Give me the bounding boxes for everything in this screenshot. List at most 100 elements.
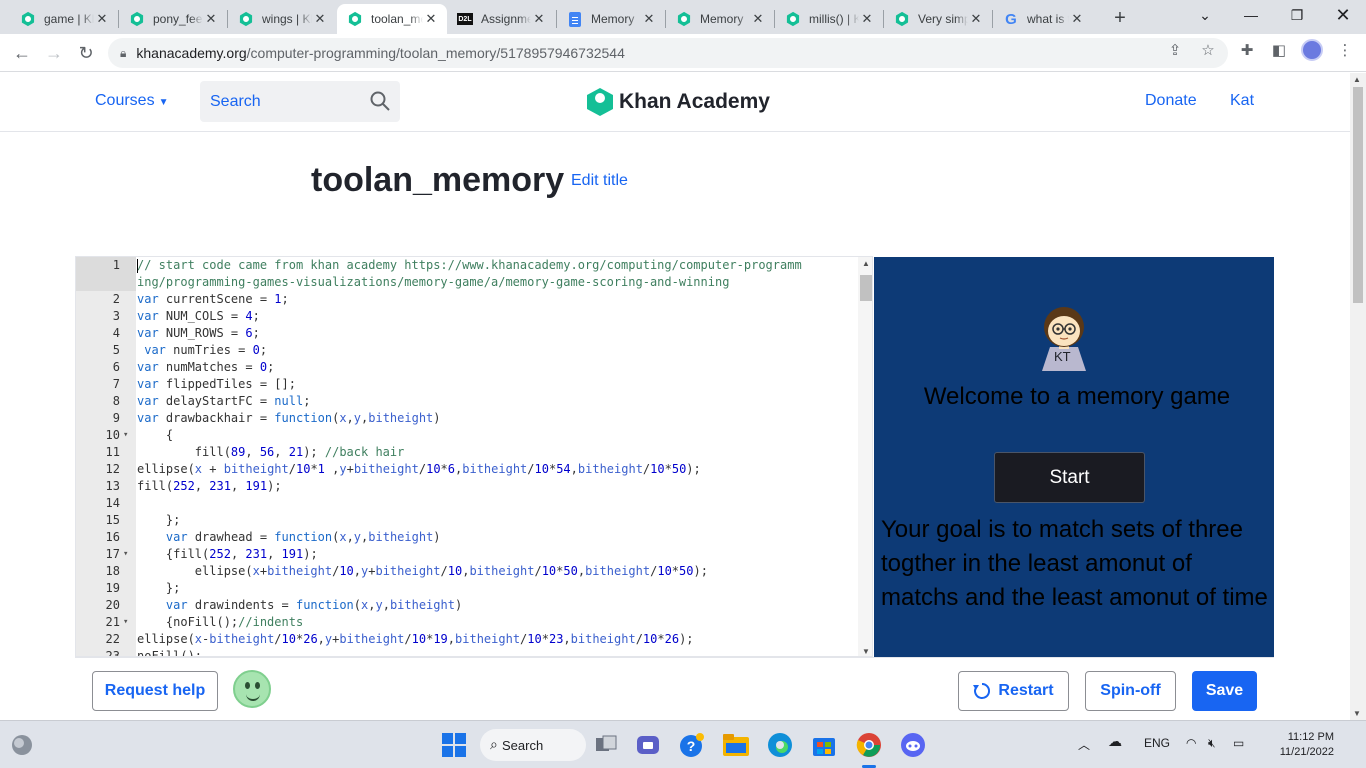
forward-arrow-icon[interactable]: → <box>41 40 67 66</box>
profile-avatar-icon[interactable] <box>1301 39 1323 61</box>
save-button[interactable]: Save <box>1192 671 1257 711</box>
code-line[interactable]: 17 ▾ {fill(252, 231, 191); <box>76 546 861 563</box>
fold-toggle-icon[interactable]: ▾ <box>123 427 128 444</box>
code-line[interactable]: 19 }; <box>76 580 861 597</box>
donate-link[interactable]: Donate <box>1145 92 1197 110</box>
system-clock[interactable]: 11:12 PM 11/21/2022 <box>1264 730 1334 760</box>
close-icon[interactable]: ✕ <box>203 11 219 27</box>
code-line[interactable]: 23 noFill(); <box>76 648 861 656</box>
back-arrow-icon[interactable]: ← <box>9 40 35 66</box>
new-tab-button[interactable]: + <box>1108 6 1132 30</box>
code-line[interactable]: 5 var numTries = 0; <box>76 342 861 359</box>
bookmark-star-icon[interactable]: ☆ <box>1199 41 1217 59</box>
reload-icon[interactable]: ↻ <box>73 40 99 66</box>
browser-tab-active[interactable]: toolan_memory ✕ <box>337 4 447 34</box>
code-text: var NUM_COLS = 4; <box>137 309 260 323</box>
weather-icon[interactable] <box>8 731 36 759</box>
windows-start-icon[interactable] <box>440 731 468 759</box>
close-icon[interactable]: ✕ <box>94 11 110 27</box>
side-panel-icon[interactable]: ◧ <box>1270 41 1288 59</box>
page-scrollbar[interactable]: ▲ ▼ <box>1350 73 1366 720</box>
code-editor[interactable]: 1 // start code came from khan academy ht… <box>75 256 873 657</box>
code-line[interactable]: 9 var drawbackhair = function(x,y,bitheig… <box>76 410 861 427</box>
close-icon[interactable]: ✕ <box>968 11 984 27</box>
input-language[interactable]: ENG <box>1144 736 1170 750</box>
address-bar[interactable]: 🔒︎ khanacademy.org/computer-programming/… <box>108 38 1228 68</box>
close-icon[interactable]: ✕ <box>1069 11 1085 27</box>
browser-tab[interactable]: D2L Assignments ✕ <box>447 4 555 34</box>
browser-tab[interactable]: pony_feet | Khan Academy ✕ <box>119 4 227 34</box>
browser-tab[interactable]: game | Khan Academy ✕ <box>10 4 118 34</box>
code-line[interactable]: 3 var NUM_COLS = 4; <box>76 308 861 325</box>
help-icon[interactable]: ? <box>678 731 706 759</box>
editor-scrollbar[interactable]: ▲ ▼ <box>858 257 872 656</box>
code-line[interactable]: 2 var currentScene = 1; <box>76 291 861 308</box>
restore-button[interactable]: ❐ <box>1274 0 1320 30</box>
chrome-icon[interactable] <box>855 731 883 759</box>
code-text: var drawindents = function(x,y,bitheight… <box>165 598 463 612</box>
code-line[interactable]: 22 ellipse(x-bitheight/10*26,y+bitheight/… <box>76 631 861 648</box>
microsoft-store-icon[interactable] <box>810 731 838 759</box>
code-line[interactable]: 16 var drawhead = function(x,y,bitheight… <box>76 529 861 546</box>
browser-tab[interactable]: millis() | Khan Academy ✕ <box>775 4 883 34</box>
browser-tab[interactable]: Memory ✕ <box>666 4 774 34</box>
browser-tab[interactable]: G what is the ✕ <box>993 4 1093 34</box>
khan-academy-icon <box>238 11 254 27</box>
code-line[interactable]: 14 <box>76 495 861 512</box>
close-window-button[interactable]: ✕ <box>1320 0 1366 30</box>
code-line[interactable]: 7 var flippedTiles = []; <box>76 376 861 393</box>
code-line[interactable]: 10 ▾ { <box>76 427 861 444</box>
fold-toggle-icon[interactable]: ▾ <box>123 546 128 563</box>
close-icon[interactable]: ✕ <box>312 11 328 27</box>
code-line[interactable]: 6 var numMatches = 0; <box>76 359 861 376</box>
wifi-icon[interactable]: ◠ <box>1186 736 1196 750</box>
minimize-button[interactable]: — <box>1228 0 1274 30</box>
close-icon[interactable]: ✕ <box>859 11 875 27</box>
editor-scrollbar-thumb[interactable] <box>860 275 872 301</box>
teams-chat-icon[interactable] <box>635 731 663 759</box>
restart-button[interactable]: Restart <box>958 671 1069 711</box>
volume-muted-icon[interactable]: 🔇︎ <box>1208 736 1216 751</box>
code-line[interactable]: 4 var NUM_ROWS = 6; <box>76 325 861 342</box>
task-view-icon[interactable] <box>592 731 620 759</box>
code-line[interactable]: 8 var delayStartFC = null; <box>76 393 861 410</box>
fold-toggle-icon[interactable]: ▾ <box>123 614 128 631</box>
page-scrollbar-thumb[interactable] <box>1353 87 1363 303</box>
code-line[interactable]: ing/programming-games-visualizations/mem… <box>76 274 861 291</box>
code-line[interactable]: 18 ellipse(x+bitheight/10,y+bitheight/10… <box>76 563 861 580</box>
share-icon[interactable]: ⇪ <box>1166 41 1184 59</box>
close-icon[interactable]: ✕ <box>423 11 439 27</box>
edge-browser-icon[interactable] <box>766 731 794 759</box>
onedrive-cloud-icon[interactable]: ☁ <box>1108 733 1122 750</box>
khan-academy-logo[interactable]: Khan Academy <box>587 88 770 116</box>
close-icon[interactable]: ✕ <box>531 11 547 27</box>
close-icon[interactable]: ✕ <box>750 11 766 27</box>
code-line[interactable]: 15 }; <box>76 512 861 529</box>
code-line[interactable]: 13 fill(252, 231, 191); <box>76 478 861 495</box>
browser-tab[interactable]: Memory ✕ <box>557 4 665 34</box>
start-game-button[interactable]: Start <box>994 452 1145 503</box>
code-line[interactable]: 12 ellipse(x + bitheight/10*1 ,y+bitheigh… <box>76 461 861 478</box>
program-output-canvas[interactable]: KT Welcome to a memory game Start Your g… <box>874 257 1274 657</box>
taskbar-search[interactable]: ⌕ Search <box>480 729 586 761</box>
browser-tab[interactable]: wings | Khan Academy ✕ <box>228 4 336 34</box>
browser-tab[interactable]: Very simple ✕ <box>884 4 992 34</box>
close-icon[interactable]: ✕ <box>641 11 657 27</box>
request-help-button[interactable]: Request help <box>92 671 218 711</box>
edit-title-link[interactable]: Edit title <box>571 172 628 190</box>
tray-overflow-chevron-icon[interactable]: ︿ <box>1078 736 1090 753</box>
more-menu-icon[interactable]: ⋮ <box>1336 41 1354 59</box>
code-line[interactable]: 1 // start code came from khan academy ht… <box>76 257 861 274</box>
code-line[interactable]: 20 var drawindents = function(x,y,bithei… <box>76 597 861 614</box>
courses-menu[interactable]: Courses ▼ <box>95 92 168 110</box>
discord-icon[interactable] <box>899 731 927 759</box>
code-line[interactable]: 11 fill(89, 56, 21); //back hair <box>76 444 861 461</box>
code-line[interactable]: 21 ▾ {noFill();//indents <box>76 614 861 631</box>
tab-search-chevron-icon[interactable]: ⌄ <box>1182 0 1228 30</box>
search-input[interactable]: Search <box>200 81 400 122</box>
extensions-puzzle-icon[interactable]: ✚ <box>1238 41 1256 59</box>
user-menu[interactable]: Kat <box>1230 92 1254 110</box>
battery-icon[interactable]: ▭ <box>1233 736 1244 750</box>
spin-off-button[interactable]: Spin-off <box>1085 671 1176 711</box>
file-explorer-icon[interactable] <box>722 731 750 759</box>
